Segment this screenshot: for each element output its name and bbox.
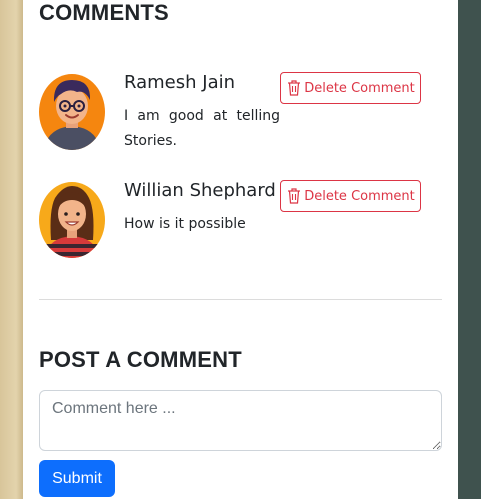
comments-heading: COMMENTS [39,0,169,25]
comments-panel: COMMENTS Ramesh Jain I am good at tellin… [23,0,458,499]
comment-item: Willian Shephard How is it possible Dele… [39,180,439,262]
comment-author: Willian Shephard [124,180,276,201]
avatar-man-glasses-icon [39,74,105,150]
delete-comment-label: Delete Comment [304,80,415,96]
trash-icon [288,80,301,96]
comment-text: How is it possible [124,216,246,232]
delete-comment-button[interactable]: Delete Comment [280,72,421,104]
comment-author: Ramesh Jain [124,72,236,93]
submit-button[interactable]: Submit [39,460,115,497]
post-comment-heading: POST A COMMENT [39,347,242,372]
delete-comment-label: Delete Comment [304,188,415,204]
comment-input[interactable] [39,390,442,451]
comment-item: Ramesh Jain I am good at telling Stories… [39,72,439,154]
left-background-strip [0,0,23,499]
comment-text: I am good at telling Stories. [124,108,280,149]
section-divider [39,299,442,300]
trash-icon [288,188,301,204]
delete-comment-button[interactable]: Delete Comment [280,180,421,212]
avatar-woman-icon [39,182,105,258]
